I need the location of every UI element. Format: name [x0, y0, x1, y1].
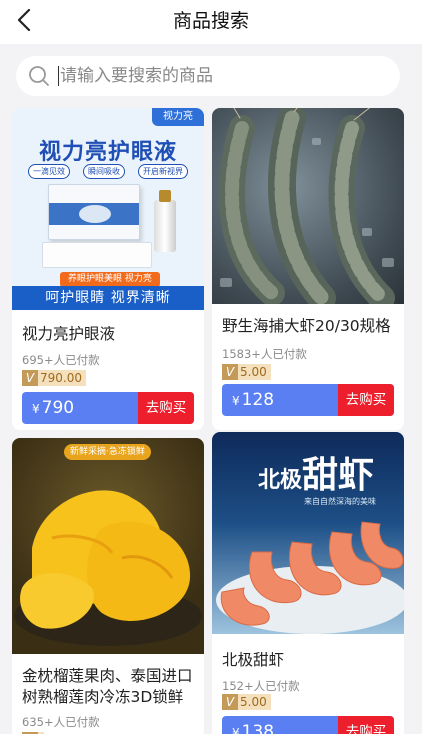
image-slogan: 呵护眼睛 视界清晰: [12, 286, 204, 310]
paid-count: 695+人已付款: [22, 353, 100, 367]
product-image: 北极甜虾 来自自然深海的美味: [212, 432, 404, 634]
price: ¥790: [32, 392, 74, 424]
image-subtitle: 来自自然深海的美味: [304, 497, 376, 506]
vip-price-badge: V 5.00: [222, 694, 271, 710]
image-headline: 视力亮护眼液: [38, 140, 177, 165]
image-title-a: 北极: [258, 468, 303, 493]
vip-price-badge: V 790.00: [22, 370, 86, 386]
product-name: 金枕榴莲果肉、泰国进口树熟榴莲肉冷冻3D锁鲜: [22, 667, 193, 706]
product-image: [212, 108, 404, 304]
price-value: 128: [241, 390, 275, 410]
product-card[interactable]: 野生海捕大虾20/30规格 1583+人已付款 V 5.00 ¥128 去购买: [212, 108, 404, 430]
product-card[interactable]: 视力亮 视力亮护眼液 一滴见效 瞬间吸收 开启新视界 养眼护眼美眼 视力亮 呵护…: [12, 108, 204, 430]
product-image: 新鲜采摘·急冻锁鲜: [12, 438, 204, 654]
text-cursor: [58, 66, 59, 86]
price: ¥138: [232, 716, 274, 734]
paid-count: 635+人已付款: [22, 715, 100, 729]
price-buy-bar: ¥790 去购买: [22, 392, 194, 424]
feature-pill: 瞬间吸收: [83, 164, 125, 179]
header-bar: 商品搜索: [0, 0, 422, 44]
currency-symbol: ¥: [232, 394, 240, 408]
product-box-illustration: [48, 184, 140, 240]
image-title-b: 甜虾: [302, 455, 375, 496]
buy-button[interactable]: 去购买: [138, 392, 194, 424]
price-value: 790: [41, 398, 75, 418]
search-bar[interactable]: [16, 56, 400, 96]
product-card[interactable]: 北极甜虾 来自自然深海的美味 北极甜虾 152+人已付款 V 5.00 ¥138…: [212, 432, 404, 734]
vip-price: 790.00: [38, 370, 86, 386]
product-bottle-illustration: [154, 190, 176, 252]
product-name: 北极甜虾: [222, 651, 285, 669]
product-card[interactable]: 新鲜采摘·急冻锁鲜 金枕榴莲果肉、泰国进口树熟榴莲肉冷冻3D锁鲜 635+人已付…: [12, 438, 204, 734]
brand-logo: 视力亮: [152, 108, 204, 126]
price-buy-bar: ¥128 去购买: [222, 384, 394, 416]
image-title: 北极甜虾: [258, 446, 374, 498]
vip-label: V: [222, 694, 238, 710]
image-tag: 养眼护眼美眼 视力亮: [60, 272, 160, 287]
product-name: 野生海捕大虾20/30规格: [222, 317, 391, 335]
price: ¥128: [232, 384, 274, 416]
price-value: 138: [241, 722, 275, 734]
buy-button[interactable]: 去购买: [338, 384, 394, 416]
image-tag: 新鲜采摘·急冻锁鲜: [64, 444, 151, 460]
currency-symbol: ¥: [232, 726, 240, 734]
product-name: 视力亮护眼液: [22, 325, 116, 343]
durian-illustration: [14, 490, 202, 646]
vip-label: V: [222, 364, 238, 380]
price-buy-bar: ¥138 去购买: [222, 716, 394, 734]
vip-price-badge: V 5.00: [222, 364, 271, 380]
vip-label: V: [22, 370, 38, 386]
currency-symbol: ¥: [32, 402, 40, 416]
shrimp-illustration: [219, 108, 395, 304]
vip-price: 5.00: [238, 694, 271, 710]
paid-count: 1583+人已付款: [222, 347, 307, 361]
page-title: 商品搜索: [172, 10, 249, 32]
search-input[interactable]: [60, 56, 380, 96]
buy-button[interactable]: 去购买: [338, 716, 394, 734]
product-image: 视力亮 视力亮护眼液 一滴见效 瞬间吸收 开启新视界 养眼护眼美眼 视力亮 呵护…: [12, 108, 204, 310]
feature-pills: 一滴见效 瞬间吸收 开启新视界: [28, 164, 188, 179]
paid-count: 152+人已付款: [222, 679, 300, 693]
vip-price: 5.00: [238, 364, 271, 380]
feature-pill: 一滴见效: [28, 164, 70, 179]
product-tray-illustration: [42, 242, 152, 268]
search-icon: [29, 66, 49, 86]
feature-pill: 开启新视界: [138, 164, 188, 179]
